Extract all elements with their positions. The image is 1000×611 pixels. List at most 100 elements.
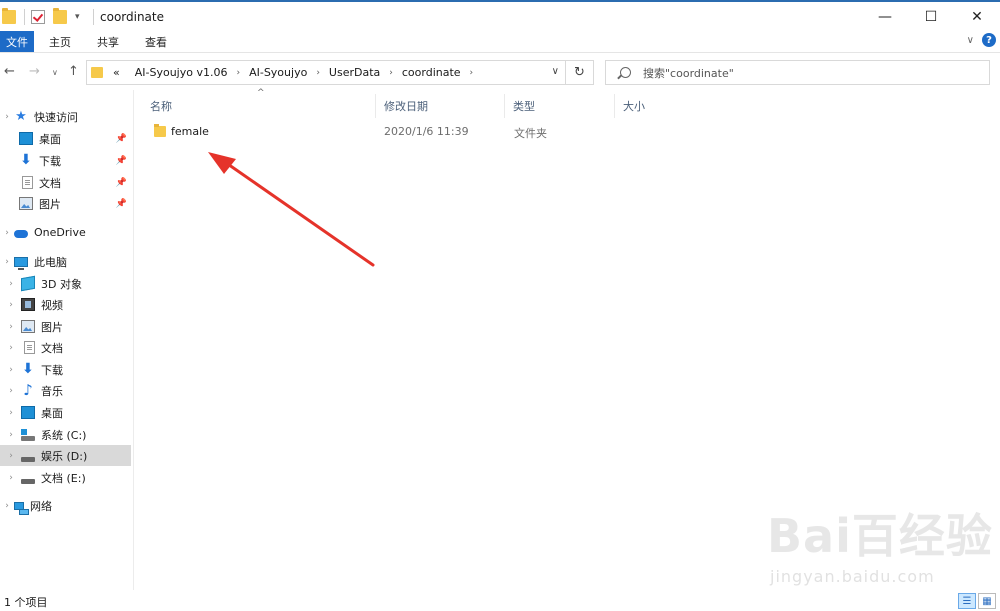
nav-pc-3d-objects[interactable]: › 3D 对象 xyxy=(0,273,131,294)
nav-pc-drive-d[interactable]: › 娱乐 (D:) xyxy=(0,445,131,466)
expand-icon[interactable]: › xyxy=(6,300,16,310)
column-header-type[interactable]: 类型 xyxy=(505,94,615,118)
nav-label: 文档 xyxy=(39,176,61,190)
breadcrumb-sep-icon[interactable]: › xyxy=(236,68,240,78)
drive-icon xyxy=(21,456,35,462)
search-input[interactable]: 搜索"coordinate" xyxy=(605,60,990,85)
properties-icon[interactable] xyxy=(31,9,45,24)
customize-toolbar-icon[interactable]: ▾ xyxy=(75,12,85,22)
address-row: ← → ∨ ↑ « AI-Syoujyo v1.06 › AI-Syoujyo … xyxy=(0,58,1000,87)
expand-icon[interactable]: › xyxy=(6,451,16,461)
pin-icon[interactable]: 📌 xyxy=(116,178,127,188)
column-header-name[interactable]: 名称 xyxy=(136,94,376,118)
nav-pc-music[interactable]: › ♪ 音乐 xyxy=(0,380,131,401)
system-drive-icon xyxy=(21,428,35,441)
breadcrumb-sep-icon[interactable]: › xyxy=(470,68,474,78)
forward-icon[interactable]: → xyxy=(29,64,40,79)
expand-icon[interactable]: › xyxy=(2,228,12,238)
expand-icon[interactable]: › xyxy=(6,430,16,440)
desktop-icon xyxy=(21,406,35,419)
expand-ribbon-icon[interactable]: ∨ xyxy=(967,35,974,46)
collapse-icon[interactable]: › xyxy=(2,112,12,122)
address-dropdown-icon[interactable]: ∨ xyxy=(552,66,559,77)
refresh-button[interactable]: ↻ xyxy=(566,60,594,85)
music-icon: ♪ xyxy=(23,381,33,399)
file-name: female xyxy=(171,124,209,138)
nav-quick-pictures[interactable]: 图片 📌 xyxy=(0,193,131,214)
nav-pc-desktop[interactable]: › 桌面 xyxy=(0,402,131,423)
nav-network[interactable]: › 网络 xyxy=(0,495,131,516)
table-row[interactable]: female 2020/1/6 11:39 文件夹 xyxy=(141,120,581,142)
nav-label: 下载 xyxy=(41,363,63,377)
ribbon-tabs: 文件 主页 共享 查看 ∨ ? xyxy=(0,31,1000,53)
watermark-logo: Bai百经验 xyxy=(767,509,993,563)
nav-quick-access[interactable]: › ★ 快速访问 xyxy=(0,106,131,127)
breadcrumb-overflow[interactable]: « xyxy=(113,66,120,79)
expand-icon[interactable]: › xyxy=(6,386,16,396)
nav-pc-videos[interactable]: › 视频 xyxy=(0,294,131,315)
toolbar-divider xyxy=(93,8,94,25)
new-folder-icon[interactable] xyxy=(53,7,67,24)
maximize-button[interactable]: ☐ xyxy=(908,2,954,31)
breadcrumb-item[interactable]: AI-Syoujyo v1.06 xyxy=(135,66,228,79)
expand-icon[interactable]: › xyxy=(6,343,16,353)
expand-icon[interactable]: › xyxy=(6,473,16,483)
watermark-url: jingyan.baidu.com xyxy=(770,567,935,586)
minimize-button[interactable]: — xyxy=(862,2,908,31)
expand-icon[interactable]: › xyxy=(6,322,16,332)
nav-pc-drive-c[interactable]: › 系统 (C:) xyxy=(0,424,131,445)
help-icon[interactable]: ? xyxy=(982,33,996,47)
close-button[interactable]: ✕ xyxy=(954,2,1000,31)
details-view-icon[interactable]: ☰ xyxy=(958,593,976,609)
pin-icon[interactable]: 📌 xyxy=(116,134,127,144)
address-bar[interactable]: « AI-Syoujyo v1.06 › AI-Syoujyo › UserDa… xyxy=(86,60,566,85)
column-header-modified[interactable]: 修改日期 xyxy=(376,94,505,118)
nav-pc-downloads[interactable]: › ⬇ 下载 xyxy=(0,359,131,380)
quick-access-toolbar: ▾ xyxy=(0,2,100,31)
recent-locations-icon[interactable]: ∨ xyxy=(52,68,58,77)
nav-quick-documents[interactable]: 文档 📌 xyxy=(0,172,131,193)
navigation-pane[interactable]: › ★ 快速访问 桌面 📌 ⬇ 下载 📌 文档 📌 图片 📌 › OneDriv… xyxy=(0,90,134,590)
large-icons-view-icon[interactable]: ▦ xyxy=(978,593,996,609)
nav-onedrive[interactable]: › OneDrive xyxy=(0,222,131,243)
nav-label: 视频 xyxy=(41,298,63,312)
nav-quick-downloads[interactable]: ⬇ 下载 📌 xyxy=(0,150,131,171)
breadcrumb-sep-icon[interactable]: › xyxy=(389,68,393,78)
title-bar: ▾ coordinate — ☐ ✕ xyxy=(0,0,1000,31)
collapse-icon[interactable]: › xyxy=(2,257,12,267)
status-bar: 1 个项目 ☰ ▦ xyxy=(0,592,1000,611)
expand-icon[interactable]: › xyxy=(2,501,12,511)
breadcrumb-item[interactable]: coordinate xyxy=(402,66,461,79)
tab-file[interactable]: 文件 xyxy=(0,31,34,52)
nav-pc-documents[interactable]: › 文档 xyxy=(0,337,131,358)
expand-icon[interactable]: › xyxy=(6,279,16,289)
tab-share[interactable]: 共享 xyxy=(84,31,132,52)
nav-pc-drive-e[interactable]: › 文档 (E:) xyxy=(0,467,131,488)
expand-icon[interactable]: › xyxy=(6,365,16,375)
file-modified: 2020/1/6 11:39 xyxy=(384,125,469,138)
breadcrumb-sep-icon[interactable]: › xyxy=(316,68,320,78)
expand-icon[interactable]: › xyxy=(6,408,16,418)
pin-icon[interactable]: 📌 xyxy=(116,199,127,209)
nav-label: 系统 (C:) xyxy=(41,428,87,442)
tab-home[interactable]: 主页 xyxy=(36,31,84,52)
cloud-icon xyxy=(14,230,28,238)
up-icon[interactable]: ↑ xyxy=(68,64,79,79)
tab-view[interactable]: 查看 xyxy=(132,31,180,52)
nav-pc-pictures[interactable]: › 图片 xyxy=(0,316,131,337)
search-placeholder: 搜索"coordinate" xyxy=(643,66,734,80)
network-icon xyxy=(14,501,29,515)
nav-quick-desktop[interactable]: 桌面 📌 xyxy=(0,128,131,149)
picture-icon xyxy=(19,197,33,210)
breadcrumb-item[interactable]: AI-Syoujyo xyxy=(249,66,307,79)
picture-icon xyxy=(21,320,35,333)
column-header-size[interactable]: 大小 xyxy=(615,94,725,118)
file-type: 文件夹 xyxy=(514,127,547,140)
back-icon[interactable]: ← xyxy=(4,64,15,79)
nav-this-pc[interactable]: › 此电脑 xyxy=(0,251,131,272)
video-icon xyxy=(21,298,35,311)
star-icon: ★ xyxy=(15,109,27,124)
folder-icon xyxy=(154,123,166,137)
pin-icon[interactable]: 📌 xyxy=(116,156,127,166)
breadcrumb-item[interactable]: UserData xyxy=(329,66,380,79)
